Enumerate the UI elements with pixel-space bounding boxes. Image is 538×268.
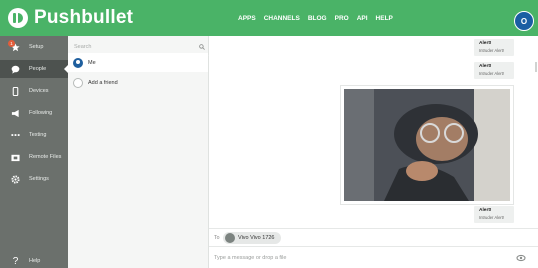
sidebar-item-label: Following: [29, 110, 53, 116]
chat-bubble-icon: [11, 65, 20, 74]
sidebar-item-label: Texting: [29, 132, 47, 138]
nav-help[interactable]: HELP: [376, 15, 393, 22]
message-bubble[interactable]: Alert! Intruder Alert!: [474, 62, 514, 79]
avatar: [73, 57, 83, 68]
message-bubble[interactable]: Alert! Intruder Alert!: [474, 39, 514, 56]
notification-badge: 1: [8, 40, 15, 47]
people-list-panel: Me Add a friend: [68, 36, 209, 268]
message-title: Alert!: [479, 208, 492, 213]
nav-channels[interactable]: CHANNELS: [264, 15, 300, 22]
brand-name: Pushbullet: [34, 7, 134, 28]
sidebar-item-devices[interactable]: Devices: [0, 82, 68, 100]
message-body: Intruder Alert!: [479, 71, 505, 76]
question-mark-icon: ?: [12, 255, 19, 267]
recipient-name: Vivo Vivo 1726: [238, 235, 275, 241]
sidebar-item-label: Devices: [29, 88, 49, 94]
sidebar-item-label: Settings: [29, 176, 49, 182]
message-title: Alert!: [479, 64, 492, 69]
to-label: To: [214, 235, 220, 241]
gear-icon: [11, 174, 20, 184]
folder-icon: [11, 153, 20, 162]
contact-row-me[interactable]: Me: [68, 53, 208, 72]
message-bubble[interactable]: Alert! Intruder Alert!: [474, 206, 514, 223]
contact-row-add-friend[interactable]: Add a friend: [68, 73, 208, 92]
pushbullet-app: Pushbullet APPS CHANNELS BLOG PRO API HE…: [0, 0, 538, 268]
megaphone-icon: [11, 109, 20, 118]
pushbullet-logo-icon: [8, 8, 28, 28]
sidebar-item-label: Remote Files: [29, 154, 62, 160]
message-body: Intruder Alert!: [479, 215, 505, 220]
recipient-row: To Vivo Vivo 1726: [209, 228, 538, 246]
top-nav: APPS CHANNELS BLOG PRO API HELP: [238, 0, 393, 36]
sidebar: 1 Setup People Devices Following Texting…: [0, 36, 68, 268]
sms-icon: [11, 131, 20, 140]
message-photo[interactable]: [344, 89, 510, 201]
nav-pro[interactable]: PRO: [335, 15, 349, 22]
account-avatar[interactable]: O: [514, 11, 534, 31]
nav-apps[interactable]: APPS: [238, 15, 256, 22]
compose-bar: [209, 246, 538, 268]
sidebar-item-label: Setup: [29, 44, 44, 50]
search-icon[interactable]: [199, 44, 205, 50]
attach-file-icon[interactable]: [516, 253, 526, 263]
message-title: Alert!: [479, 41, 492, 46]
sidebar-item-people[interactable]: People: [0, 60, 68, 78]
search-input[interactable]: [74, 41, 192, 53]
recipient-chip[interactable]: Vivo Vivo 1726: [223, 232, 281, 244]
sidebar-item-help[interactable]: ? Help: [0, 252, 68, 268]
add-friend-icon: [73, 77, 83, 88]
sidebar-item-texting[interactable]: Texting: [0, 126, 68, 144]
sidebar-item-label: People: [29, 66, 47, 72]
message-input[interactable]: [214, 252, 504, 264]
nav-blog[interactable]: BLOG: [308, 15, 327, 22]
device-avatar-icon: [225, 233, 235, 243]
sidebar-item-following[interactable]: Following: [0, 104, 68, 122]
scrollbar[interactable]: [535, 62, 537, 72]
phone-icon: [11, 86, 20, 96]
contact-name: Add a friend: [88, 79, 118, 86]
brand[interactable]: Pushbullet: [8, 7, 133, 29]
nav-api[interactable]: API: [357, 15, 368, 22]
sidebar-item-remote-files[interactable]: Remote Files: [0, 148, 68, 166]
sidebar-item-label: Help: [29, 258, 41, 264]
contact-name: Me: [88, 59, 96, 66]
sidebar-item-setup[interactable]: 1 Setup: [0, 38, 68, 56]
message-body: Intruder Alert!: [479, 48, 505, 53]
top-bar: Pushbullet APPS CHANNELS BLOG PRO API HE…: [0, 0, 538, 36]
sidebar-item-settings[interactable]: Settings: [0, 170, 68, 188]
